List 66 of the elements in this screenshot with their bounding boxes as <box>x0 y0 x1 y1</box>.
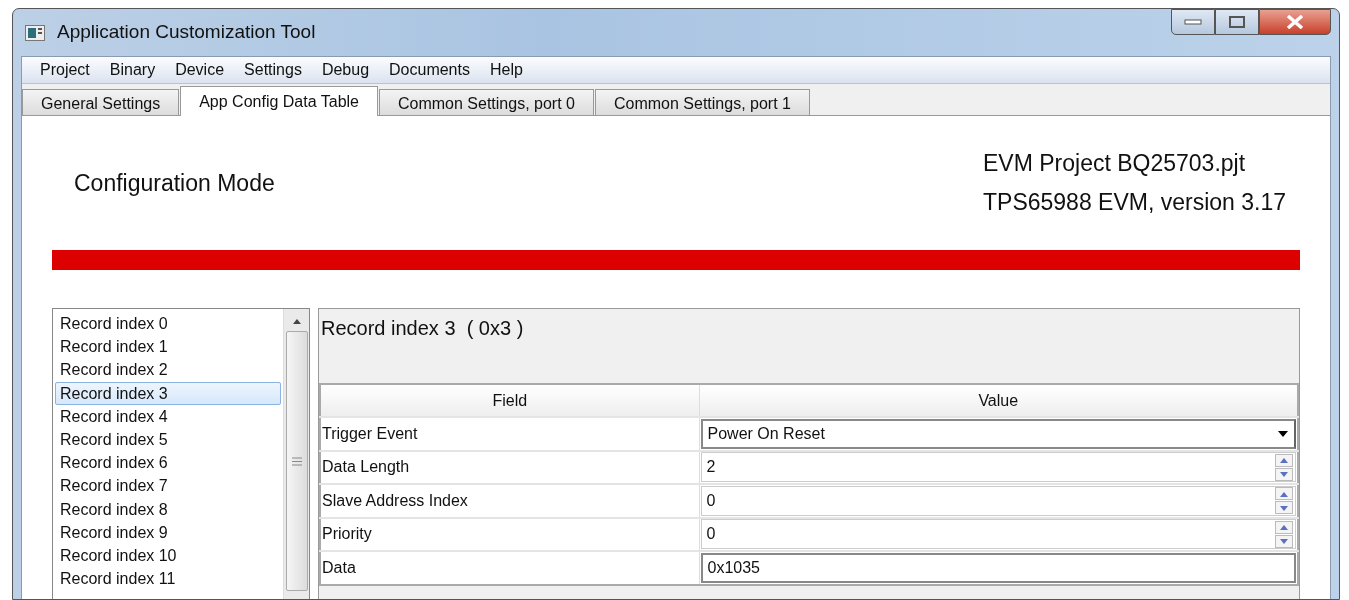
spinner-field[interactable]: 0 <box>700 485 1296 516</box>
scroll-up-icon[interactable] <box>291 317 302 325</box>
tab[interactable]: Common Settings, port 1 <box>594 89 810 115</box>
scroll-thumb[interactable] <box>285 331 308 591</box>
table-cell: Data Length <box>320 450 699 484</box>
close-button[interactable] <box>1259 9 1331 35</box>
record-title: Record index 3 ( 0x3 ) <box>320 316 525 341</box>
minimize-icon <box>1184 19 1202 25</box>
mode-label: Configuration Mode <box>74 168 275 198</box>
column-header: Field <box>320 384 699 417</box>
list-item[interactable]: Record index 10 <box>55 543 281 568</box>
up-arrow-icon <box>1279 523 1289 532</box>
menu-item[interactable]: Documents <box>379 58 480 82</box>
spinner-value: 0 <box>706 524 716 545</box>
down-arrow-icon <box>1279 503 1289 512</box>
menu-item[interactable]: Binary <box>99 58 166 82</box>
spinner-field[interactable]: 2 <box>700 452 1296 483</box>
input-field[interactable]: 0x1035 <box>700 552 1296 583</box>
list-item[interactable]: Record index 1 <box>55 335 281 359</box>
menu-item[interactable]: Settings <box>234 58 312 82</box>
minimize-button[interactable] <box>1171 9 1215 35</box>
caret-icon <box>1278 430 1288 437</box>
list-item[interactable]: Record index 9 <box>55 520 281 544</box>
maximize-icon <box>1229 16 1245 28</box>
up-arrow-icon <box>1279 456 1289 465</box>
menu-item[interactable]: Project <box>30 58 100 82</box>
list-item[interactable]: Record index 11 <box>55 567 281 591</box>
spinner-value: 2 <box>706 457 716 478</box>
tab[interactable]: App Config Data Table <box>180 86 378 116</box>
close-icon <box>1286 15 1304 29</box>
table-cell: Priority <box>320 517 699 551</box>
list-item[interactable]: Record index 8 <box>55 497 281 521</box>
list-item[interactable]: Record index 2 <box>55 358 281 382</box>
table-cell: Data <box>320 551 699 585</box>
spin-up-button[interactable] <box>1275 487 1293 501</box>
menu-item[interactable]: Help <box>479 58 533 82</box>
table-cell: Slave Address Index <box>320 484 699 518</box>
list-item[interactable]: Record index 4 <box>55 404 281 428</box>
list-item[interactable]: Record index 5 <box>55 427 281 452</box>
spin-up-button[interactable] <box>1275 453 1293 467</box>
dropdown-value: Power On Reset <box>707 423 825 444</box>
grip-icon <box>291 456 302 466</box>
window-title: Application Customization Tool <box>57 20 316 45</box>
maximize-button[interactable] <box>1215 9 1259 35</box>
down-arrow-icon <box>1279 470 1289 479</box>
menu-item[interactable]: Device <box>165 58 235 82</box>
dropdown[interactable]: Power On Reset <box>700 418 1296 449</box>
menu-item[interactable]: Debug <box>311 58 380 82</box>
list-item[interactable]: Record index 3 <box>55 381 281 405</box>
table-cell: Trigger Event <box>320 417 699 451</box>
list-item[interactable]: Record index 0 <box>55 312 281 336</box>
list-item[interactable]: Record index 7 <box>55 474 281 498</box>
list-item[interactable]: Record index 6 <box>55 451 281 475</box>
spin-down-button[interactable] <box>1275 534 1293 548</box>
column-header: Value <box>699 384 1298 417</box>
down-arrow-icon <box>1279 537 1289 546</box>
spinner-field[interactable]: 0 <box>700 519 1296 550</box>
spin-down-button[interactable] <box>1275 467 1293 481</box>
project-info-text: EVM Project BQ25703.pjt <box>983 149 1247 178</box>
spin-up-button[interactable] <box>1275 520 1293 534</box>
tab[interactable]: General Settings <box>22 89 180 115</box>
app-icon <box>25 24 45 41</box>
project-info-text: TPS65988 EVM, version 3.17 <box>983 188 1286 217</box>
tab[interactable]: Common Settings, port 0 <box>379 89 594 115</box>
spinner-value: 0 <box>706 490 716 511</box>
spin-down-button[interactable] <box>1275 501 1293 515</box>
